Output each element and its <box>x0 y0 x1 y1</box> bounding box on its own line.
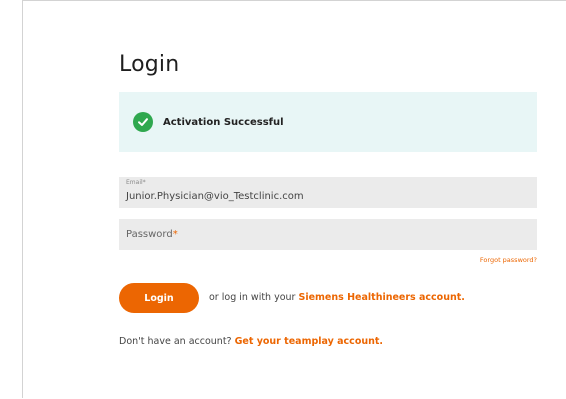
teamplay-account-link[interactable]: Get your teamplay account. <box>235 336 383 347</box>
password-field[interactable]: Password* <box>119 219 537 250</box>
password-label-text: Password <box>126 229 173 240</box>
signup-text: Don't have an account? Get your teamplay… <box>119 336 383 347</box>
alert-message: Activation Successful <box>163 116 284 128</box>
login-panel: Login Activation Successful Email* Junio… <box>119 1 537 399</box>
login-button[interactable]: Login <box>119 283 199 313</box>
alt-login-prefix: or log in with your <box>209 292 299 303</box>
page-title: Login <box>119 51 180 77</box>
forgot-password-link[interactable]: Forgot password? <box>480 256 537 264</box>
page-frame: Login Activation Successful Email* Junio… <box>22 0 566 398</box>
email-field-label: Email* <box>126 179 146 186</box>
success-alert: Activation Successful <box>119 92 537 152</box>
required-mark: * <box>172 229 178 240</box>
email-field[interactable]: Email* Junior.Physician@vio_Testclinic.c… <box>119 177 537 208</box>
alt-login-text: or log in with your Siemens Healthineers… <box>209 292 465 303</box>
password-field-label: Password* <box>126 229 178 240</box>
siemens-account-link[interactable]: Siemens Healthineers account. <box>298 292 464 303</box>
check-circle-icon <box>133 112 153 132</box>
email-field-value: Junior.Physician@vio_Testclinic.com <box>126 191 304 202</box>
signup-prefix: Don't have an account? <box>119 336 235 347</box>
